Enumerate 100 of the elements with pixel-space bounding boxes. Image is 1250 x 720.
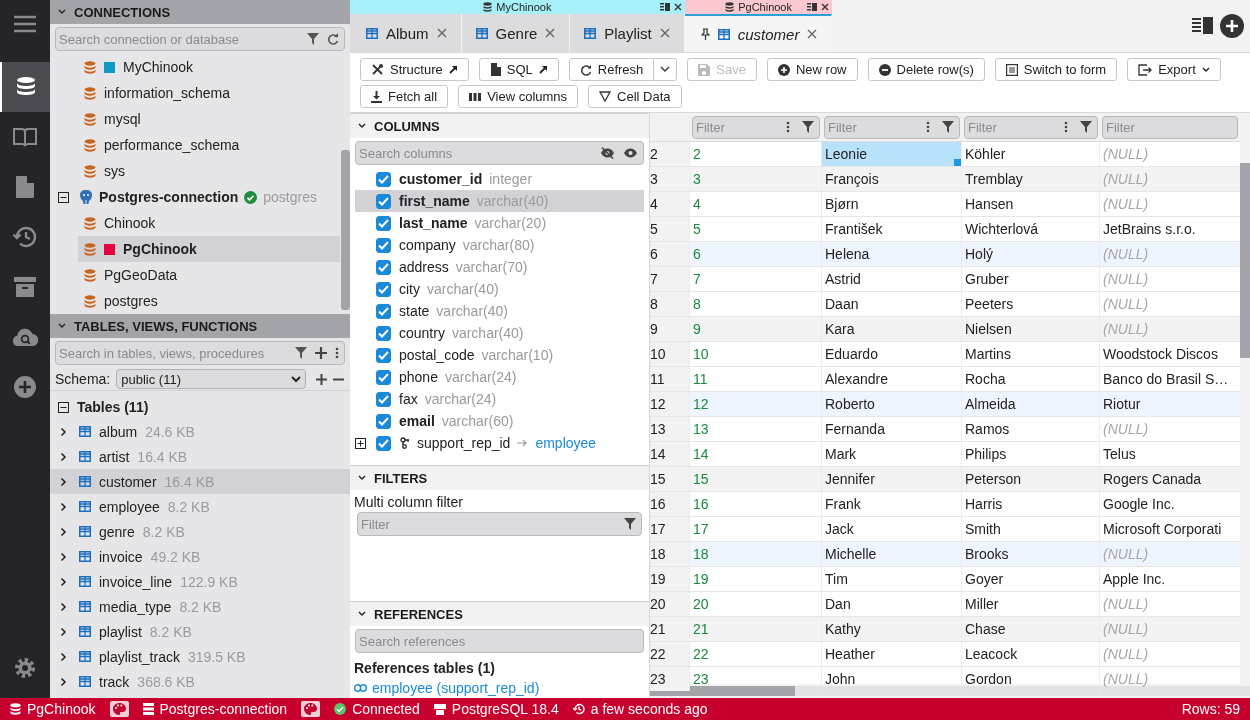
chevron-icon[interactable] — [60, 676, 67, 687]
status-item[interactable]: Connected — [334, 701, 420, 717]
column-item[interactable]: email varchar(60) — [355, 410, 644, 432]
column-filter-field[interactable]: Filter — [1102, 115, 1238, 139]
table-item[interactable]: invoice 49.2 KB — [50, 544, 350, 569]
chevron-icon[interactable] — [60, 651, 67, 662]
toolbar-button[interactable]: Fetch all — [360, 85, 449, 108]
database-item[interactable]: sys — [78, 158, 340, 184]
checkbox[interactable] — [376, 391, 391, 407]
checkbox[interactable] — [376, 413, 391, 429]
tables-group[interactable]: Tables (11) — [50, 395, 350, 419]
layout-icon[interactable] — [1192, 17, 1214, 35]
toolbar-button[interactable]: New row — [766, 58, 858, 81]
chevron-icon[interactable] — [60, 501, 67, 512]
toolbar-button[interactable]: Cell Data — [588, 85, 682, 108]
collapse-icon[interactable] — [58, 191, 69, 203]
close-icon[interactable] — [673, 3, 682, 11]
show-icon[interactable] — [623, 148, 638, 158]
table-item[interactable]: invoice_line 122.9 KB — [50, 569, 350, 594]
column-item[interactable]: last_name varchar(20) — [355, 212, 644, 234]
more-icon[interactable] — [786, 120, 790, 133]
column-item[interactable]: city varchar(40) — [355, 278, 644, 300]
reference-link[interactable]: employee (support_rep_id) — [350, 678, 649, 698]
checkbox[interactable] — [376, 171, 391, 187]
status-item[interactable]: PgChinook — [10, 701, 96, 717]
checkbox[interactable] — [376, 259, 391, 275]
close-icon[interactable] — [436, 28, 447, 38]
filter-icon[interactable] — [624, 518, 636, 530]
dropdown-button[interactable] — [654, 58, 678, 81]
search-field[interactable]: Search columns — [355, 141, 644, 165]
checkbox[interactable] — [376, 369, 391, 385]
more-icon[interactable] — [335, 347, 339, 359]
column-item[interactable]: fax varchar(24) — [355, 388, 644, 410]
schema-select[interactable]: public (11) — [116, 369, 306, 389]
checkbox[interactable] — [376, 281, 391, 297]
tab[interactable]: Album — [350, 14, 462, 52]
filter-field[interactable]: Filter — [357, 512, 642, 536]
remove-icon[interactable] — [333, 377, 344, 381]
toolbar-button[interactable]: SQL — [478, 58, 559, 81]
search-field[interactable]: Search references — [355, 629, 644, 653]
table-item[interactable]: playlist_track 319.5 KB — [50, 644, 350, 669]
database-item[interactable]: performance_schema — [78, 132, 340, 158]
connection-item[interactable]: Postgres-connection postgres — [50, 184, 340, 210]
column-item[interactable]: country varchar(40) — [355, 322, 644, 344]
column-item[interactable]: phone varchar(24) — [355, 366, 644, 388]
column-item[interactable]: address varchar(70) — [355, 256, 644, 278]
column-filter-field[interactable]: Filter — [824, 115, 960, 139]
palette-button[interactable] — [301, 701, 321, 717]
palette-button[interactable] — [109, 701, 129, 717]
chevron-icon[interactable] — [60, 626, 67, 637]
toolbar-button[interactable]: Structure — [360, 58, 469, 81]
section-header[interactable]: FILTERS — [350, 465, 649, 490]
split-icon[interactable] — [659, 3, 670, 11]
database-item[interactable]: PgChinook — [78, 236, 340, 262]
filter-icon[interactable] — [295, 347, 307, 359]
toolbar-button[interactable]: Refresh — [568, 58, 655, 81]
database-item[interactable]: mysql — [78, 106, 340, 132]
table-item[interactable]: album 24.6 KB — [50, 419, 350, 444]
column-filter-field[interactable]: Filter — [964, 115, 1098, 139]
tab[interactable]: Genre — [461, 14, 571, 52]
column-item[interactable]: support_rep_id employee — [355, 432, 644, 454]
checkbox[interactable] — [376, 237, 391, 253]
table-item[interactable]: customer 16.4 KB — [50, 469, 350, 494]
chevron-icon[interactable] — [60, 476, 67, 487]
checkbox[interactable] — [376, 193, 391, 209]
chevron-icon[interactable] — [60, 551, 67, 562]
database-item[interactable]: PgGeoData — [78, 262, 340, 288]
add-icon[interactable] — [316, 373, 327, 385]
chevron-icon[interactable] — [60, 576, 67, 587]
toolbar-button[interactable]: Delete row(s) — [867, 58, 985, 81]
checkbox[interactable] — [376, 303, 391, 319]
filter-icon[interactable] — [802, 120, 814, 133]
column-item[interactable]: company varchar(80) — [355, 234, 644, 256]
column-item[interactable]: first_name varchar(40) — [355, 190, 644, 212]
filter-icon[interactable] — [1080, 120, 1092, 133]
checkbox[interactable] — [376, 325, 391, 341]
section-header[interactable]: REFERENCES — [350, 601, 649, 626]
database-item[interactable]: Chinook — [78, 210, 340, 236]
section-header[interactable]: COLUMNS — [350, 113, 649, 138]
table-item[interactable]: artist 16.4 KB — [50, 444, 350, 469]
scrollbar[interactable] — [341, 150, 350, 310]
toolbar-button[interactable]: Export — [1127, 58, 1221, 81]
section-header[interactable]: TABLES, VIEWS, FUNCTIONS — [50, 314, 350, 338]
table-item[interactable]: employee 8.2 KB — [50, 494, 350, 519]
column-item[interactable]: state varchar(40) — [355, 300, 644, 322]
scrollbar[interactable] — [1240, 163, 1250, 358]
database-item[interactable]: information_schema — [78, 80, 340, 106]
column-filter-field[interactable]: Filter — [692, 115, 820, 139]
hide-icon[interactable] — [600, 147, 615, 159]
reference-link[interactable]: employee — [535, 435, 597, 451]
more-icon[interactable] — [926, 120, 930, 133]
split-icon[interactable] — [807, 3, 818, 11]
search-field[interactable]: Search connection or database — [55, 27, 345, 51]
checkbox[interactable] — [376, 347, 391, 363]
chevron-icon[interactable] — [60, 451, 67, 462]
status-item[interactable]: a few seconds ago — [572, 701, 708, 717]
more-icon[interactable] — [1064, 120, 1068, 133]
tab[interactable]: Playlist — [570, 14, 685, 52]
table-item[interactable]: media_type 8.2 KB — [50, 594, 350, 619]
database-item[interactable]: postgres — [78, 288, 340, 314]
